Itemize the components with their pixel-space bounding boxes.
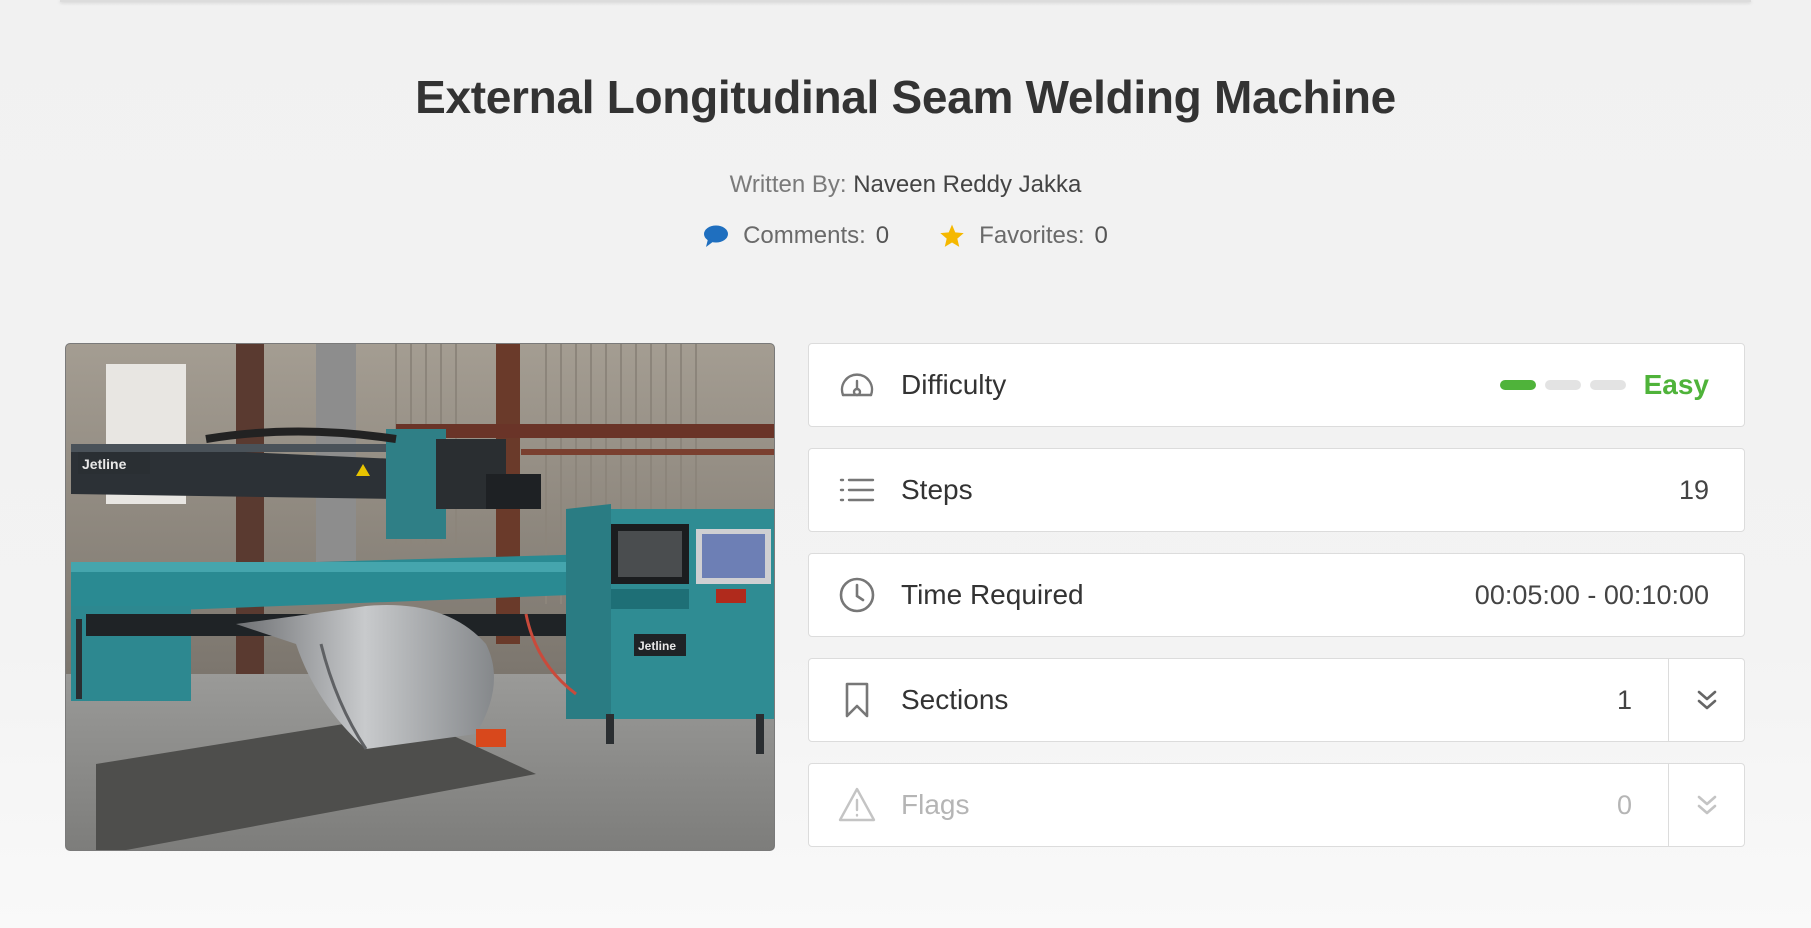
difficulty-value: Easy [1643, 369, 1709, 400]
difficulty-row: Difficulty Easy [808, 343, 1745, 427]
author-link[interactable]: Naveen Reddy Jakka [853, 171, 1081, 198]
bookmark-icon [837, 680, 877, 720]
details-panel: Difficulty Easy Steps 19 Time Required 0… [808, 343, 1745, 868]
favorites-count: 0 [1094, 222, 1108, 249]
header-shadow [60, 0, 1751, 2]
hero-image[interactable]: Jetline Jetline [65, 343, 775, 851]
sections-expand-button[interactable] [1668, 659, 1744, 741]
clock-icon [837, 575, 877, 615]
double-chevron-down-icon [1697, 690, 1716, 710]
favorites-label: Favorites: [979, 222, 1085, 249]
gauge-icon [837, 365, 877, 405]
sections-row[interactable]: Sections 1 [808, 658, 1745, 742]
comments-label: Comments: [743, 222, 866, 249]
favorites-stat[interactable]: Favorites: 0 [939, 222, 1108, 250]
byline: Written By: Naveen Reddy Jakka [0, 171, 1811, 199]
difficulty-meter [1491, 380, 1626, 390]
flags-row[interactable]: Flags 0 [808, 763, 1745, 847]
stats-bar: Comments: 0 Favorites: 0 [0, 222, 1811, 250]
time-row: Time Required 00:05:00 - 00:10:00 [808, 553, 1745, 637]
time-value: 00:05:00 - 00:10:00 [1474, 579, 1709, 610]
speech-bubble-icon [704, 225, 729, 247]
steps-value: 19 [1678, 474, 1709, 505]
page-title: External Longitudinal Seam Welding Machi… [415, 71, 1396, 123]
sections-label: Sections [901, 684, 1009, 715]
star-icon [940, 224, 964, 247]
double-chevron-down-icon [1697, 795, 1716, 815]
flags-value: 0 [1616, 789, 1632, 820]
welding-machine-photo: Jetline Jetline [66, 344, 774, 850]
difficulty-label: Difficulty [901, 369, 1007, 400]
flags-expand-button[interactable] [1668, 764, 1744, 846]
flags-label: Flags [901, 789, 970, 820]
difficulty-bar-2 [1544, 380, 1581, 390]
difficulty-bar-1 [1499, 380, 1536, 390]
steps-row: Steps 19 [808, 448, 1745, 532]
steps-label: Steps [901, 474, 973, 505]
machine-brand-text-1: Jetline [82, 456, 127, 472]
warning-triangle-icon [837, 785, 877, 825]
byline-prefix: Written By: [729, 171, 847, 198]
machine-brand-text-2: Jetline [638, 639, 676, 653]
comments-stat[interactable]: Comments: 0 [703, 222, 889, 250]
sections-value: 1 [1616, 684, 1632, 715]
difficulty-bar-3 [1589, 380, 1626, 390]
list-icon [837, 470, 877, 510]
time-label: Time Required [901, 579, 1084, 610]
comments-count: 0 [875, 222, 890, 249]
